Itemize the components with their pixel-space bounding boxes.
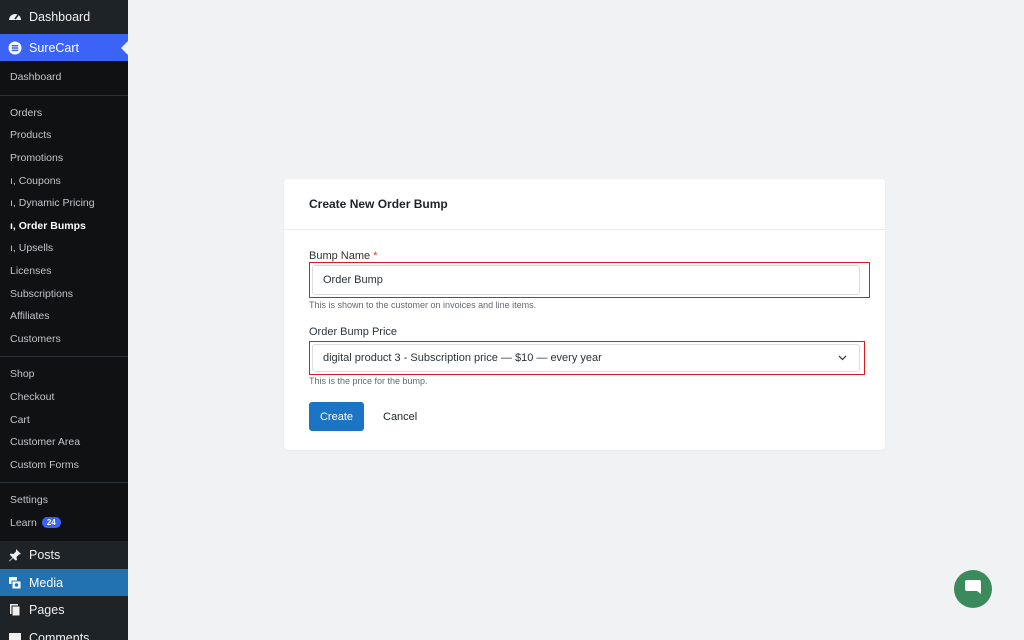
submenu-licenses[interactable]: Licenses [0,260,128,283]
submenu-shop[interactable]: Shop [0,363,128,386]
bump-name-input[interactable]: Order Bump [312,265,860,295]
cancel-button[interactable]: Cancel [379,402,421,431]
price-select[interactable]: digital product 3 - Subscription price —… [312,344,860,372]
submenu-order-bumps[interactable]: ı, Order Bumps [0,215,128,238]
comments-icon [8,631,22,640]
submenu-upsells[interactable]: ı, Upsells [0,237,128,260]
submenu-divider [0,94,128,96]
menu-pages-label: Pages [29,603,65,618]
submenu-orders[interactable]: Orders [0,102,128,125]
chat-icon [964,578,982,601]
submenu-divider [0,356,128,358]
dashboard-icon [8,10,22,24]
price-label: Order Bump Price [309,326,398,338]
submenu-subscriptions[interactable]: Subscriptions [0,282,128,305]
submenu-customer-area[interactable]: Customer Area [0,431,128,454]
bump-name-value: Order Bump [323,274,383,286]
create-order-bump-card: Create New Order Bump Bump Name * Order … [284,179,885,450]
surecart-icon [8,41,22,55]
submenu-divider [0,482,128,484]
pin-icon [8,548,22,562]
required-marker: * [373,250,378,262]
menu-pages[interactable]: Pages [0,596,128,624]
bump-name-help: This is shown to the customer on invoice… [309,300,537,310]
menu-surecart-label: SureCart [29,40,80,55]
submenu-cart[interactable]: Cart [0,408,128,431]
menu-posts[interactable]: Posts [0,541,128,569]
menu-comments[interactable]: Comments [0,624,128,640]
submenu-dynamic-pricing[interactable]: ı, Dynamic Pricing [0,192,128,215]
submenu-learn-label: Learn [10,516,37,529]
learn-count-badge: 24 [41,517,61,529]
menu-comments-label: Comments [29,630,90,640]
admin-sidebar: Dashboard SureCart Dashboard Orders Prod… [0,0,128,640]
media-icon [8,576,22,590]
submenu-dashboard[interactable]: Dashboard [0,66,128,89]
chat-launcher-button[interactable] [954,570,992,608]
bump-name-label-text: Bump Name [309,250,371,262]
submenu-custom-forms[interactable]: Custom Forms [0,454,128,477]
chevron-down-icon [838,353,847,363]
menu-media[interactable]: Media [0,568,128,597]
create-button[interactable]: Create [309,402,364,431]
menu-posts-label: Posts [29,548,61,563]
submenu-learn[interactable]: Learn 24 [0,512,128,535]
wp-admin-menu: Posts Media Pages Comments [0,541,128,640]
submenu-coupons[interactable]: ı, Coupons [0,169,128,192]
submenu-promotions[interactable]: Promotions [0,147,128,170]
menu-dashboard-label: Dashboard [29,10,91,24]
price-select-value: digital product 3 - Subscription price —… [323,352,602,364]
price-help: This is the price for the bump. [309,376,428,386]
submenu-products[interactable]: Products [0,124,128,147]
bump-name-label: Bump Name * [309,250,377,262]
submenu-customers[interactable]: Customers [0,328,128,351]
submenu-affiliates[interactable]: Affiliates [0,305,128,328]
card-header: Create New Order Bump [284,179,885,230]
menu-media-label: Media [29,575,64,590]
surecart-submenu: Dashboard Orders Products Promotions ı, … [0,61,128,542]
submenu-settings[interactable]: Settings [0,489,128,512]
submenu-checkout[interactable]: Checkout [0,386,128,409]
menu-dashboard[interactable]: Dashboard [0,0,128,34]
page-title: Create New Order Bump [309,197,448,211]
menu-surecart[interactable]: SureCart [0,34,128,61]
pages-icon [8,603,22,617]
